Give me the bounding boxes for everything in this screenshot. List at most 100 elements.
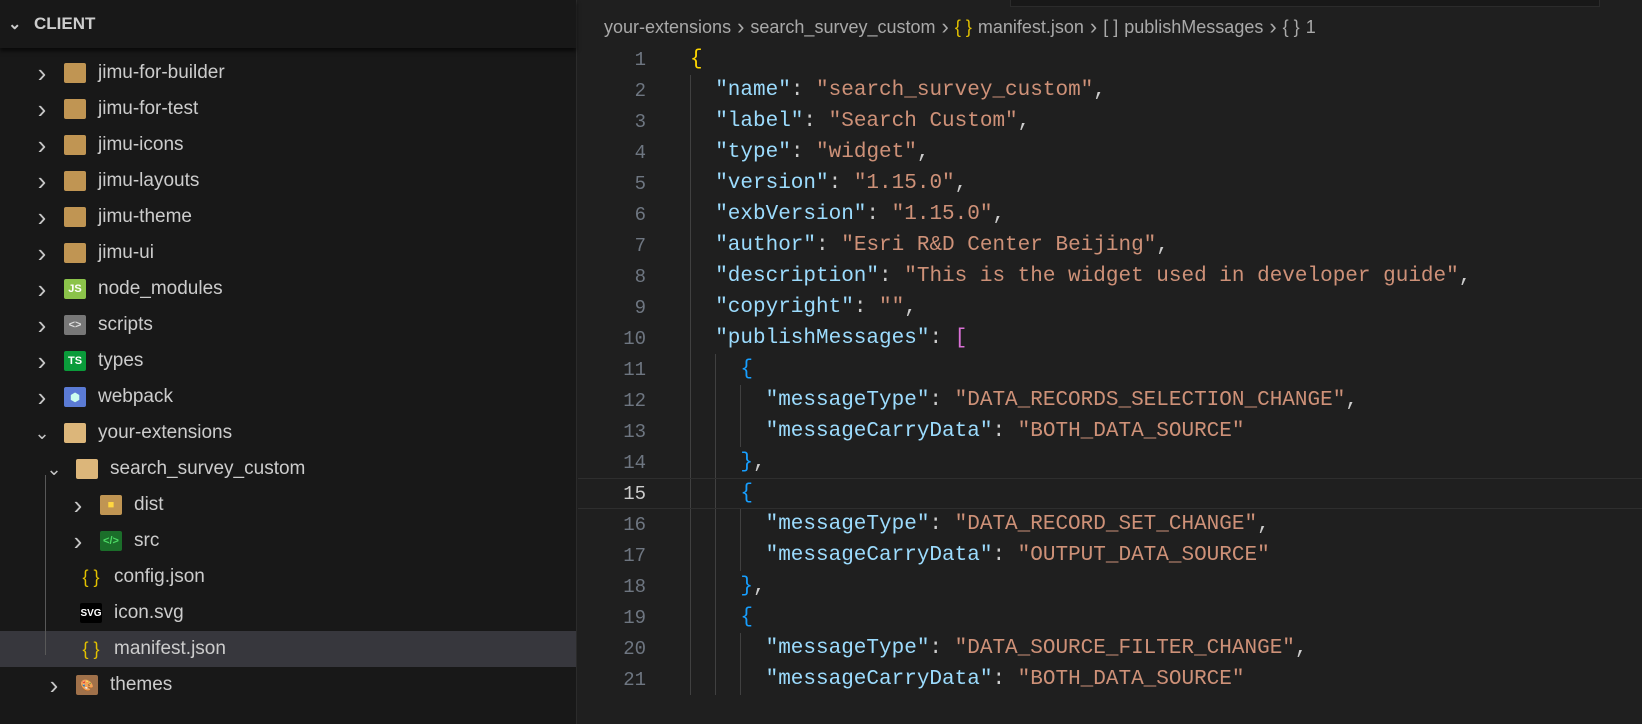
code-line[interactable]: 20 "messageType": "DATA_SOURCE_FILTER_CHA…: [578, 633, 1642, 664]
chevron-right-icon[interactable]: ›: [68, 526, 88, 557]
tree-item[interactable]: › jimu-for-builder: [0, 55, 576, 91]
chevron-right-icon[interactable]: ›: [32, 58, 52, 89]
code-line[interactable]: 12 "messageType": "DATA_RECORDS_SELECTION…: [578, 385, 1642, 416]
indent-guide: [690, 509, 691, 540]
code-text: "publishMessages": [: [715, 327, 967, 350]
code-line[interactable]: 3 "label": "Search Custom",: [578, 106, 1642, 137]
indent-guide: [690, 137, 691, 168]
code-token: ,: [1345, 389, 1358, 412]
object-icon: { }: [954, 16, 972, 37]
chevron-right-icon[interactable]: ›: [32, 274, 52, 305]
code-line[interactable]: 2 "name": "search_survey_custom",: [578, 75, 1642, 106]
tree-item[interactable]: { } config.json: [0, 559, 576, 595]
code-token: "This is the widget used in developer gu…: [904, 265, 1459, 288]
indent-guide: [690, 230, 691, 261]
tree-item[interactable]: › </> src: [0, 523, 576, 559]
tree-item[interactable]: ⌄ your-extensions: [0, 415, 576, 451]
chevron-right-icon[interactable]: ›: [32, 310, 52, 341]
code-line[interactable]: 7 "author": "Esri R&D Center Beijing",: [578, 230, 1642, 261]
breadcrumb: your-extensions › search_survey_custom ›{ }…: [604, 14, 1316, 40]
indent-guide: [690, 479, 691, 508]
chevron-right-icon[interactable]: ›: [32, 238, 52, 269]
code-text: "copyright": "",: [715, 296, 917, 319]
code-token: ,: [954, 172, 968, 195]
code-token: "copyright": [715, 296, 854, 319]
code-line[interactable]: 18},: [578, 571, 1642, 602]
folder-icon: [64, 243, 86, 263]
indent-guide: [715, 509, 717, 540]
code-token: "name": [715, 79, 791, 102]
tree-item[interactable]: › <> scripts: [0, 307, 576, 343]
tree-item-label: themes: [110, 674, 173, 695]
code-token: {: [690, 48, 703, 71]
code-line[interactable]: 13 "messageCarryData": "BOTH_DATA_SOURCE": [578, 416, 1642, 447]
tree-item[interactable]: › jimu-layouts: [0, 163, 576, 199]
breadcrumb-item[interactable]: publishMessages: [1124, 17, 1263, 38]
chevron-down-icon[interactable]: ⌄: [44, 459, 64, 480]
tree-item[interactable]: SVG icon.svg: [0, 595, 576, 631]
explorer-sidebar: ⌄ CLIENT › jimu-for-builder › jimu-for-test…: [0, 0, 577, 724]
code-line[interactable]: 6 "exbVersion": "1.15.0",: [578, 199, 1642, 230]
code-line[interactable]: 9 "copyright": "",: [578, 292, 1642, 323]
svg-file-icon: SVG: [80, 603, 102, 623]
code-line[interactable]: 21 "messageCarryData": "BOTH_DATA_SOURCE": [578, 664, 1642, 695]
code-token: ,: [753, 575, 766, 598]
code-line[interactable]: 1{: [578, 44, 1642, 75]
folder-open-icon: [64, 423, 86, 443]
code-line[interactable]: 19 {: [578, 602, 1642, 633]
tree-item-label: scripts: [98, 314, 153, 335]
code-area[interactable]: 1{2 "name": "search_survey_custom", 3 "labe…: [578, 44, 1642, 695]
tree-item[interactable]: › jimu-ui: [0, 235, 576, 271]
breadcrumb-item[interactable]: 1: [1306, 17, 1316, 38]
chevron-right-icon[interactable]: ›: [32, 346, 52, 377]
code-token: :: [803, 110, 829, 133]
tree-item[interactable]: › jimu-icons: [0, 127, 576, 163]
tree-item[interactable]: › ⬢ webpack: [0, 379, 576, 415]
code-line[interactable]: 10 "publishMessages": [: [578, 323, 1642, 354]
breadcrumb-item[interactable]: manifest.json: [978, 17, 1084, 38]
code-line[interactable]: 11 {: [578, 354, 1642, 385]
section-title: CLIENT: [34, 14, 96, 33]
code-token: "messageCarryData": [765, 544, 993, 567]
tree-item[interactable]: › 🎨 themes: [0, 667, 576, 703]
chevron-right-icon[interactable]: ›: [44, 670, 64, 701]
chevron-right-icon[interactable]: ›: [32, 202, 52, 233]
line-number: 14: [623, 451, 646, 474]
indent-guide: [690, 540, 691, 571]
code-token: :: [992, 420, 1018, 443]
tree-item[interactable]: { } manifest.json: [0, 631, 576, 667]
code-text: {: [740, 482, 753, 505]
tree-item[interactable]: › jimu-theme: [0, 199, 576, 235]
code-token: "DATA_RECORD_SET_CHANGE": [954, 513, 1258, 536]
chevron-right-icon[interactable]: ›: [32, 382, 52, 413]
line-number: 12: [623, 389, 646, 412]
code-line[interactable]: 8 "description": "This is the widget used…: [578, 261, 1642, 292]
folder-icon: [64, 171, 86, 191]
chevron-right-icon[interactable]: ›: [32, 166, 52, 197]
chevron-right-icon[interactable]: ›: [32, 130, 52, 161]
tree-item[interactable]: › jimu-for-test: [0, 91, 576, 127]
line-number: 5: [634, 172, 646, 195]
tree-item[interactable]: › ■ dist: [0, 487, 576, 523]
code-line[interactable]: 14},: [578, 447, 1642, 478]
code-line[interactable]: 4 "type": "widget",: [578, 137, 1642, 168]
panel-edge: [1010, 0, 1600, 7]
chevron-right-icon[interactable]: ›: [32, 94, 52, 125]
breadcrumb-item[interactable]: your-extensions: [604, 17, 731, 38]
code-token: "OUTPUT_DATA_SOURCE": [1017, 544, 1270, 567]
code-line[interactable]: 15 {: [578, 478, 1642, 509]
code-line[interactable]: 17 "messageCarryData": "OUTPUT_DATA_SOURC…: [578, 540, 1642, 571]
explorer-section-header[interactable]: ⌄ CLIENT: [0, 0, 576, 48]
src-folder-icon: </>: [100, 531, 122, 551]
breadcrumb-item[interactable]: search_survey_custom: [750, 17, 935, 38]
indent-guide: [715, 602, 717, 633]
chevron-right-icon[interactable]: ›: [68, 490, 88, 521]
tree-item[interactable]: › TS types: [0, 343, 576, 379]
line-number: 3: [634, 110, 646, 133]
code-line[interactable]: 5 "version": "1.15.0",: [578, 168, 1642, 199]
indent-guide: [690, 416, 691, 447]
chevron-down-icon[interactable]: ⌄: [32, 423, 52, 444]
code-line[interactable]: 16 "messageType": "DATA_RECORD_SET_CHANGE…: [578, 509, 1642, 540]
tree-item[interactable]: › JS node_modules: [0, 271, 576, 307]
tree-item[interactable]: ⌄ search_survey_custom: [0, 451, 576, 487]
